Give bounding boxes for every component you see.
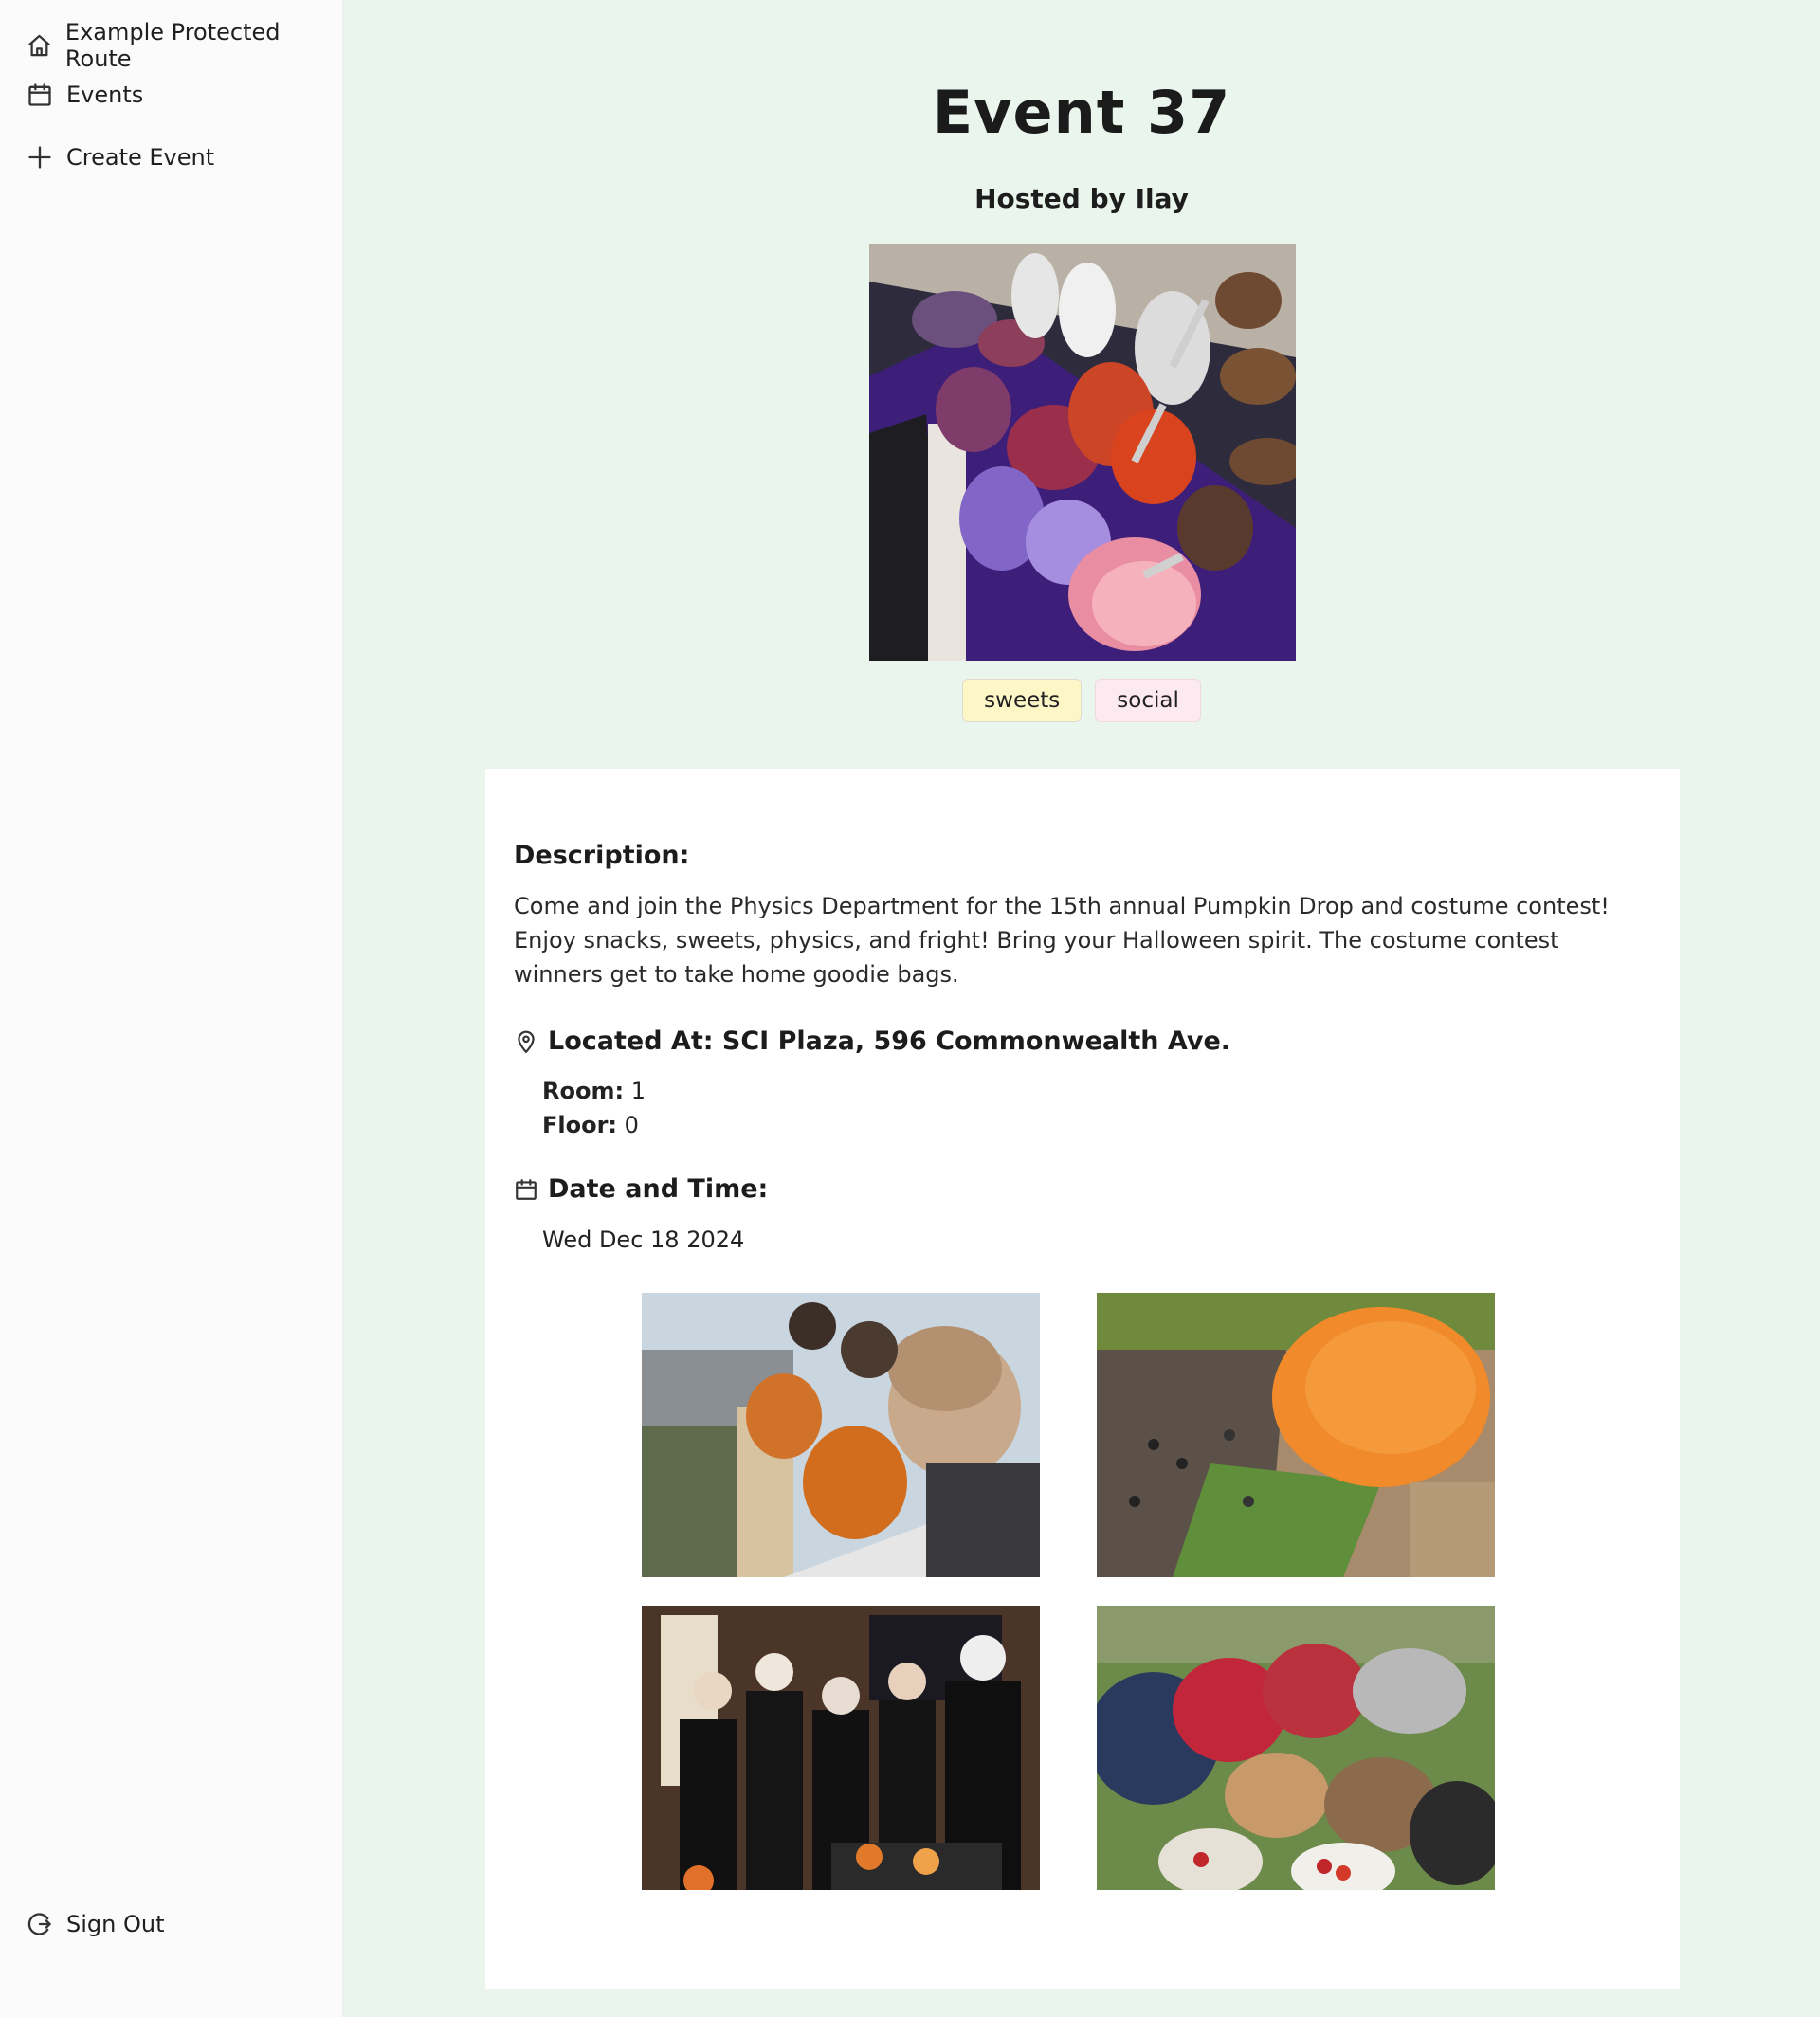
event-host: Hosted by Ilay xyxy=(974,183,1189,214)
event-details-card: Description: Come and join the Physics D… xyxy=(485,769,1680,1989)
plus-icon xyxy=(28,146,51,169)
room-info: Room: 1 xyxy=(542,1078,646,1104)
floor-info: Floor: 0 xyxy=(542,1112,639,1138)
date-heading-text: Date and Time: xyxy=(548,1174,769,1204)
sidebar-item-label: Example Protected Route xyxy=(64,19,281,72)
tag-sweets[interactable]: sweets xyxy=(962,679,1083,722)
main-content: Event 37 Hosted by Ilay sweets social De… xyxy=(343,0,1820,2017)
tag-social[interactable]: social xyxy=(1095,679,1201,722)
date-heading: Date and Time: xyxy=(514,1174,768,1204)
room-value: 1 xyxy=(630,1078,646,1104)
sidebar-item-events[interactable]: Events xyxy=(27,82,143,108)
sign-out-icon xyxy=(27,1913,51,1935)
sign-out-label: Sign Out xyxy=(66,1911,165,1937)
sidebar-item-label: Events xyxy=(66,82,144,108)
floor-label: Floor: xyxy=(542,1112,618,1138)
location-heading: Located At: SCI Plaza, 596 Commonwealth … xyxy=(514,1027,1230,1056)
sign-out-button[interactable]: Sign Out xyxy=(27,1911,165,1937)
description-heading: Description: xyxy=(514,841,690,870)
event-cover-image xyxy=(869,244,1296,661)
sidebar: Example Protected Route Events Create Ev… xyxy=(0,0,343,2017)
floor-value: 0 xyxy=(624,1112,639,1138)
room-label: Room: xyxy=(542,1078,625,1104)
calendar-icon xyxy=(28,83,51,106)
gallery-photo-costume-party xyxy=(642,1606,1040,1890)
gallery-photo-apple-bobbing xyxy=(1097,1606,1495,1890)
map-pin-icon xyxy=(518,1030,535,1053)
sidebar-item-create-event[interactable]: Create Event xyxy=(27,144,214,171)
gallery-photo-pumpkin-carry xyxy=(642,1293,1040,1577)
tag-list: sweets social xyxy=(343,679,1820,722)
gallery-photo-pumpkin-drop xyxy=(1097,1293,1495,1577)
location-text: Located At: SCI Plaza, 596 Commonwealth … xyxy=(548,1027,1231,1056)
home-icon xyxy=(28,34,50,57)
date-value: Wed Dec 18 2024 xyxy=(542,1227,745,1253)
description-text: Come and join the Physics Department for… xyxy=(514,893,1610,988)
calendar-icon xyxy=(516,1178,537,1200)
sidebar-item-example-protected-route[interactable]: Example Protected Route xyxy=(27,19,342,72)
sidebar-item-label: Create Event xyxy=(66,144,215,171)
page-title: Event 37 xyxy=(932,78,1231,147)
